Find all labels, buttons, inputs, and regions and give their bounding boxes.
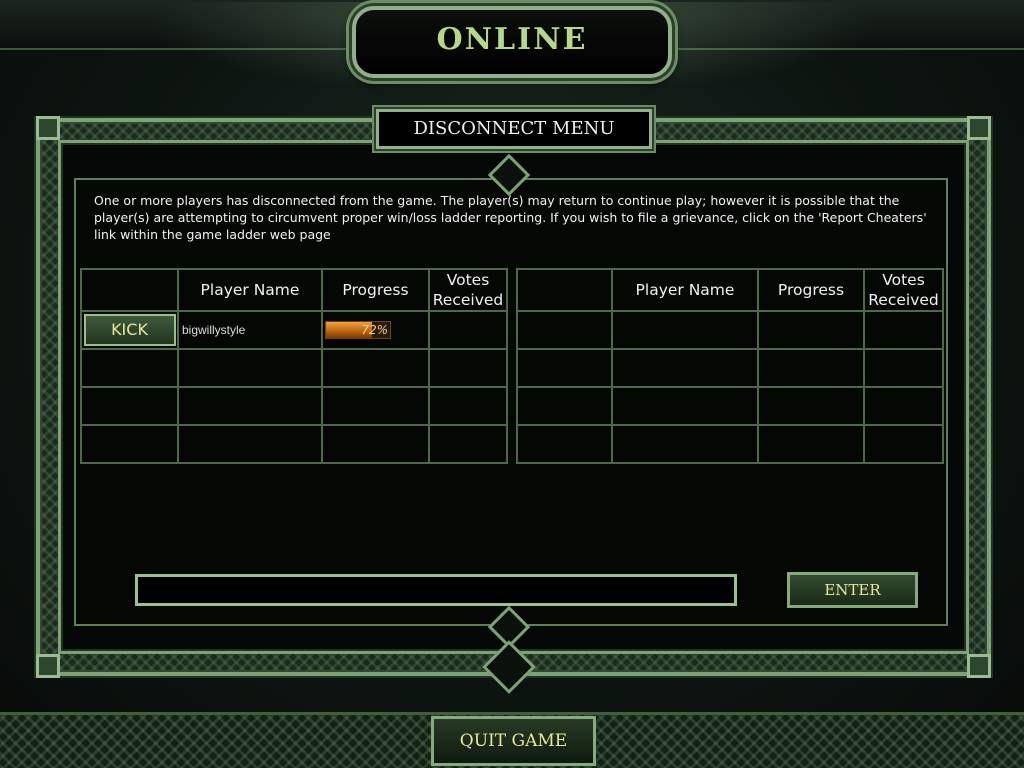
table-header-row: Player Name Progress Votes Received [80, 268, 508, 312]
votes-header-line2: Received [868, 291, 939, 309]
action-cell: KICK [80, 310, 179, 350]
table-row [80, 348, 508, 388]
progress-text: 72% [361, 323, 388, 337]
frame-corner-knot-icon [36, 654, 60, 678]
table-row [80, 386, 508, 426]
players-table-right: Player Name Progress Votes Received [516, 268, 944, 464]
table-row [80, 424, 508, 464]
votes-header-line1: Votes [446, 271, 490, 289]
dialog-title: DISCONNECT MENU [413, 118, 615, 139]
table-row [516, 424, 944, 464]
action-header [80, 268, 179, 312]
action-header [516, 268, 613, 312]
table-row: KICK bigwillystyle 72% [80, 310, 508, 350]
table-row [516, 348, 944, 388]
chat-input[interactable] [135, 574, 737, 606]
player-name-header: Player Name [177, 268, 323, 312]
progress-header: Progress [757, 268, 865, 312]
votes-header: Votes Received [428, 268, 508, 312]
table-row [516, 310, 944, 350]
table-row [516, 386, 944, 426]
player-name-header: Player Name [611, 268, 759, 312]
players-table-left: Player Name Progress Votes Received KICK … [80, 268, 508, 464]
enter-button[interactable]: ENTER [787, 572, 918, 608]
frame-corner-knot-icon [36, 116, 60, 140]
table-header-row: Player Name Progress Votes Received [516, 268, 944, 312]
progress-bar: 72% [325, 321, 391, 339]
disconnect-message: One or more players has disconnected fro… [94, 193, 927, 242]
progress-cell: 72% [321, 310, 430, 350]
votes-header-line2: Received [432, 291, 504, 309]
player-name: bigwillystyle [177, 310, 323, 350]
frame-corner-knot-icon [967, 654, 991, 678]
kick-button[interactable]: KICK [83, 314, 176, 346]
frame-corner-knot-icon [967, 116, 991, 140]
votes-header: Votes Received [863, 268, 944, 312]
screen-title: ONLINE [436, 22, 588, 57]
votes-cell [428, 310, 508, 350]
progress-header: Progress [321, 268, 430, 312]
quit-game-button[interactable]: QUIT GAME [431, 716, 596, 766]
votes-header-line1: Votes [882, 271, 925, 289]
